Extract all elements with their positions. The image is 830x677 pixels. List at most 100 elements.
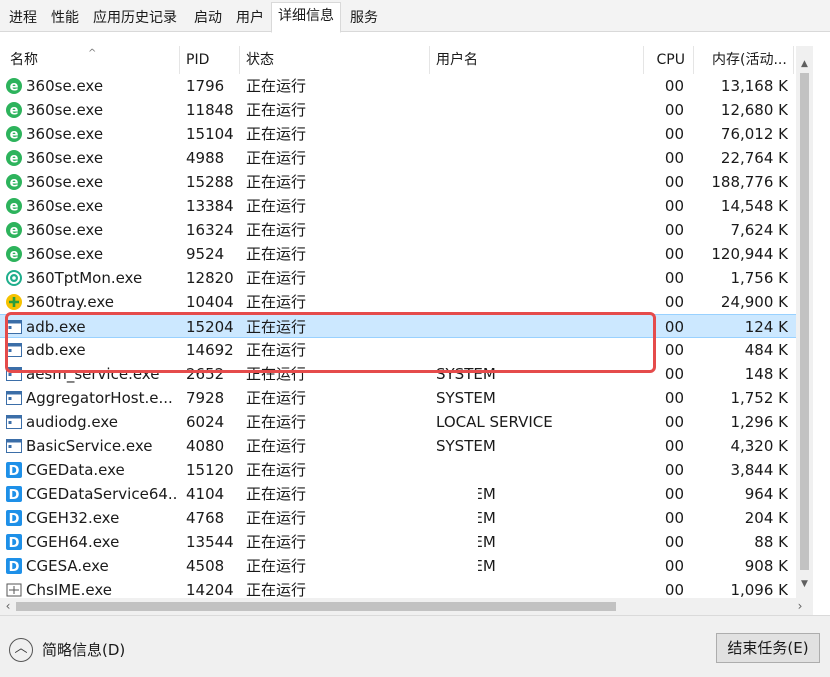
ie360-icon: e — [5, 125, 23, 143]
process-name: 360se.exe — [26, 77, 104, 95]
table-row[interactable]: e360se.exe11848正在运行0012,680 K已 — [0, 98, 796, 122]
process-pid: 4988 — [186, 149, 225, 167]
table-row[interactable]: BasicService.exe4080正在运行SYSTEM004,320 K不 — [0, 434, 796, 458]
fewer-details-link[interactable]: 简略信息(D) — [42, 638, 125, 662]
table-row[interactable]: adb.exe14692正在运行00484 K已 — [0, 338, 796, 362]
footer-bar: ︿ 简略信息(D) 结束任务(E) — [0, 615, 830, 677]
table-row[interactable]: aesm_service.exe2652正在运行SYSTEM00148 K不 — [0, 362, 796, 386]
table-row[interactable]: ChsIME.exe14204正在运行001,096 K已 — [0, 578, 796, 598]
window-icon — [5, 341, 23, 359]
process-memory: 7,624 K — [730, 221, 788, 239]
vertical-scroll-thumb[interactable] — [800, 73, 809, 570]
process-pid: 4508 — [186, 557, 225, 575]
process-status: 正在运行 — [246, 221, 307, 239]
process-status: 正在运行 — [246, 509, 307, 527]
process-username: SYSTEM — [436, 365, 496, 383]
table-row[interactable]: e360se.exe16324正在运行007,624 K已 — [0, 218, 796, 242]
process-pid: 11848 — [186, 101, 234, 119]
table-row[interactable]: DCGEH64.exe13544正在运行SYSTEM0088 K不 — [0, 530, 796, 554]
table-row[interactable]: e360se.exe4988正在运行0022,764 K已 — [0, 146, 796, 170]
process-name: 360se.exe — [26, 125, 104, 143]
process-status: 正在运行 — [246, 173, 307, 191]
tab-users[interactable]: 用户 — [229, 4, 271, 32]
vertical-scrollbar[interactable]: ▲ ▼ — [796, 46, 813, 598]
end-task-button[interactable]: 结束任务(E) — [716, 633, 820, 663]
column-header-cpu[interactable]: CPU — [644, 46, 694, 74]
scroll-up-icon[interactable]: ▲ — [796, 56, 813, 72]
column-header-pid[interactable]: PID — [180, 46, 240, 74]
tab-startup[interactable]: 启动 — [187, 4, 229, 32]
table-row[interactable]: DCGEH32.exe4768正在运行SYSTEM00204 K不 — [0, 506, 796, 530]
table-row[interactable]: e360se.exe9524正在运行00120,944 K已 — [0, 242, 796, 266]
process-pid: 10404 — [186, 293, 234, 311]
process-pid: 12820 — [186, 269, 234, 287]
process-status: 正在运行 — [246, 581, 307, 598]
process-pid: 4080 — [186, 437, 225, 455]
tab-app-history[interactable]: 应用历史记录 — [86, 4, 184, 32]
table-row[interactable]: 360tray.exe10404正在运行0024,900 K不 — [0, 290, 796, 314]
chevron-up-icon[interactable]: ︿ — [9, 638, 33, 662]
svg-text:e: e — [10, 248, 19, 263]
tab-services[interactable]: 服务 — [343, 4, 385, 32]
tab-performance[interactable]: 性能 — [44, 4, 86, 32]
table-row[interactable]: 360TptMon.exe12820正在运行001,756 K不 — [0, 266, 796, 290]
column-header-username[interactable]: 用户名 — [430, 46, 644, 74]
tab-details[interactable]: 详细信息 — [271, 2, 341, 33]
cge-icon: D — [5, 557, 23, 575]
svg-text:D: D — [9, 464, 20, 479]
process-cpu: 00 — [664, 221, 684, 239]
scroll-right-icon[interactable]: › — [792, 598, 808, 615]
process-cpu: 00 — [664, 461, 684, 479]
column-header-memory[interactable]: 内存(活动... — [694, 46, 794, 74]
table-row[interactable]: audiodg.exe 6024 正在运行 LOCAL SERVICE 00 1,296 … — [0, 410, 796, 434]
column-header-name[interactable]: ^ 名称 — [4, 46, 180, 74]
table-row[interactable]: e360se.exe15104正在运行0076,012 K已 — [0, 122, 796, 146]
ie360-icon: e — [5, 77, 23, 95]
process-status: 正在运行 — [246, 197, 307, 215]
svg-text:e: e — [10, 80, 19, 95]
column-header-status[interactable]: 状态 — [240, 46, 430, 74]
scroll-left-icon[interactable]: ‹ — [0, 598, 16, 615]
process-cpu: 00 — [664, 581, 684, 598]
process-status: 正在运行 — [246, 557, 307, 575]
process-cpu: 00 — [664, 533, 684, 551]
process-pid: 7928 — [186, 389, 225, 407]
table-row[interactable]: e360se.exe13384正在运行0014,548 K已 — [0, 194, 796, 218]
table-row[interactable]: DCGEDataService64....4104正在运行SYSTEM00964… — [0, 482, 796, 506]
redacted-area — [420, 470, 478, 600]
process-cpu: 00 — [664, 365, 684, 383]
svg-text:D: D — [9, 560, 20, 575]
process-status: 正在运行 — [246, 341, 307, 359]
process-memory: 12,680 K — [720, 101, 788, 119]
tab-processes[interactable]: 进程 — [2, 4, 44, 32]
svg-text:D: D — [9, 488, 20, 503]
process-cpu: 00 — [664, 341, 684, 359]
process-cpu: 00 — [664, 125, 684, 143]
table-row[interactable]: adb.exe15204正在运行00124 K已 — [0, 314, 796, 338]
tray360-icon — [5, 293, 23, 311]
process-name: 360tray.exe — [26, 293, 114, 311]
ime-icon — [5, 581, 23, 598]
horizontal-scrollbar[interactable]: ‹ › — [0, 598, 813, 615]
process-memory: 1,752 K — [730, 389, 788, 407]
horizontal-scroll-thumb[interactable] — [16, 602, 616, 611]
ie360-icon: e — [5, 245, 23, 263]
process-status: 正在运行 — [246, 101, 307, 119]
process-memory: 76,012 K — [720, 125, 788, 143]
process-username: LOCAL SERVICE — [436, 413, 553, 431]
process-username — [436, 315, 636, 339]
table-row[interactable]: e360se.exe15288正在运行00188,776 K已 — [0, 170, 796, 194]
process-memory: 14,548 K — [720, 197, 788, 215]
table-row[interactable]: e360se.exe1796正在运行0013,168 K已 — [0, 74, 796, 98]
process-memory: 1,296 K — [730, 413, 788, 431]
cge-icon: D — [5, 509, 23, 527]
process-status: 正在运行 — [246, 461, 307, 479]
scroll-down-icon[interactable]: ▼ — [796, 576, 813, 592]
table-row[interactable]: DCGEData.exe15120正在运行003,844 K已 — [0, 458, 796, 482]
process-name: ChsIME.exe — [26, 581, 113, 598]
ie360-icon: e — [5, 101, 23, 119]
table-row[interactable]: DCGESA.exe4508正在运行SYSTEM00908 K不 — [0, 554, 796, 578]
process-pid: 4104 — [186, 485, 225, 503]
sort-ascending-icon: ^ — [88, 48, 97, 59]
table-row[interactable]: AggregatorHost.e... 7928 正在运行 SYSTEM 00 1,752… — [0, 386, 796, 410]
